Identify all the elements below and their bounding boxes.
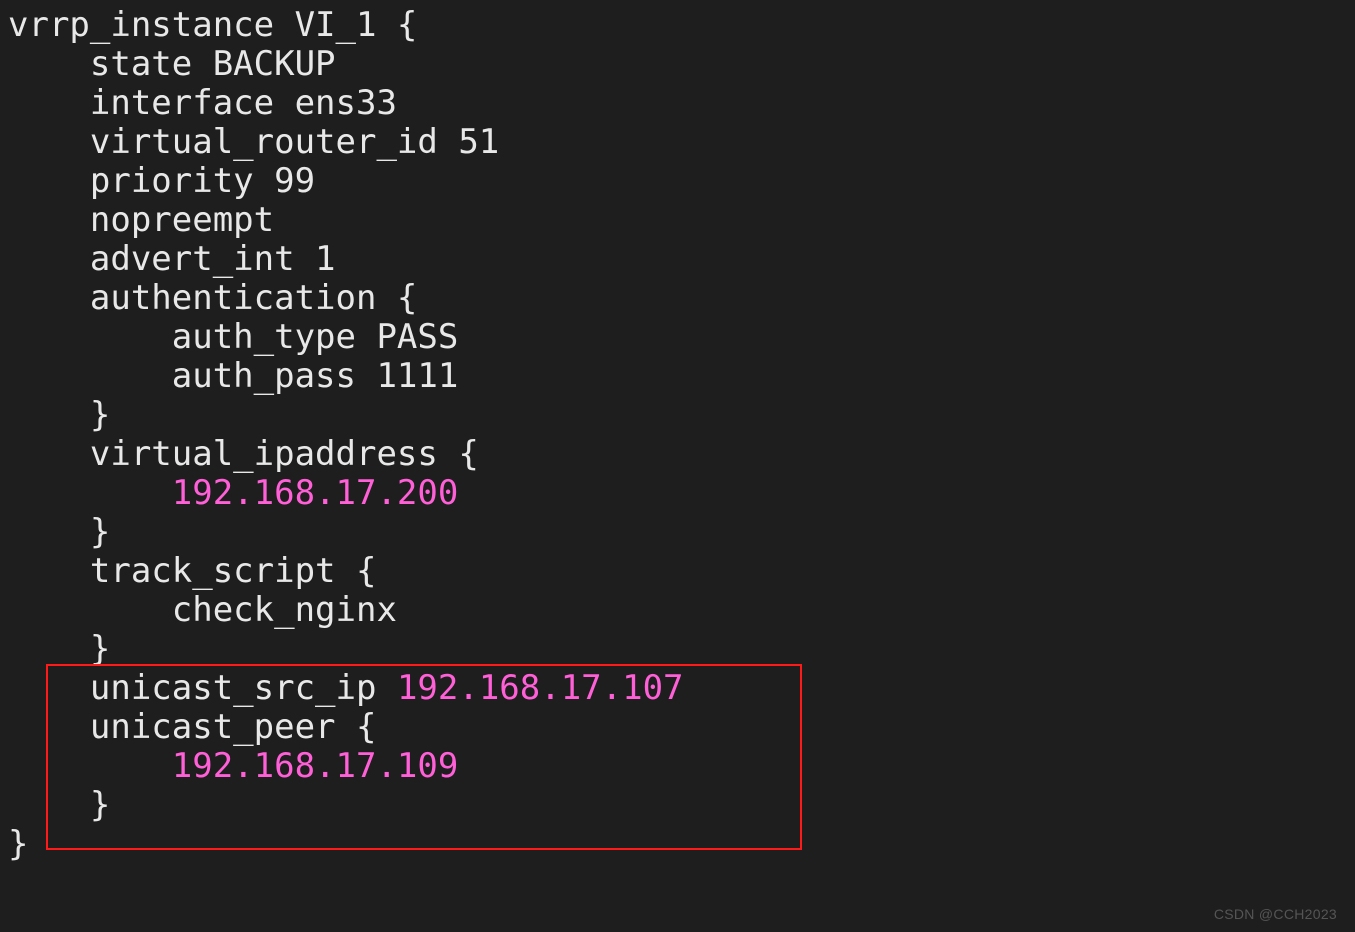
code-line: vrrp_instance VI_1 { [8, 5, 417, 45]
code-line: nopreempt [8, 200, 274, 240]
code-line: check_nginx [8, 590, 397, 630]
ip-literal: 192.168.17.107 [397, 668, 684, 708]
code-line: state BACKUP [8, 44, 336, 84]
code-line: priority 99 [8, 161, 315, 201]
code-line: auth_pass 1111 [8, 356, 458, 396]
code-line: virtual_router_id 51 [8, 122, 499, 162]
code-line: advert_int 1 [8, 239, 336, 279]
code-line: virtual_ipaddress { [8, 434, 479, 474]
code-editor-view: vrrp_instance VI_1 { state BACKUP interf… [0, 0, 1355, 932]
code-line: } [8, 824, 28, 864]
code-line: } [8, 629, 110, 669]
code-block: vrrp_instance VI_1 { state BACKUP interf… [8, 6, 1347, 864]
watermark-text: CSDN @CCH2023 [1214, 906, 1337, 922]
code-line: unicast_peer { [8, 707, 376, 747]
ip-literal: 192.168.17.200 [8, 473, 458, 513]
code-line: interface ens33 [8, 83, 397, 123]
code-line: } [8, 785, 110, 825]
code-line: track_script { [8, 551, 376, 591]
code-line: } [8, 395, 110, 435]
ip-literal: 192.168.17.109 [8, 746, 458, 786]
code-line: auth_type PASS [8, 317, 458, 357]
code-line: unicast_src_ip [8, 668, 397, 708]
code-line: } [8, 512, 110, 552]
code-line: authentication { [8, 278, 417, 318]
